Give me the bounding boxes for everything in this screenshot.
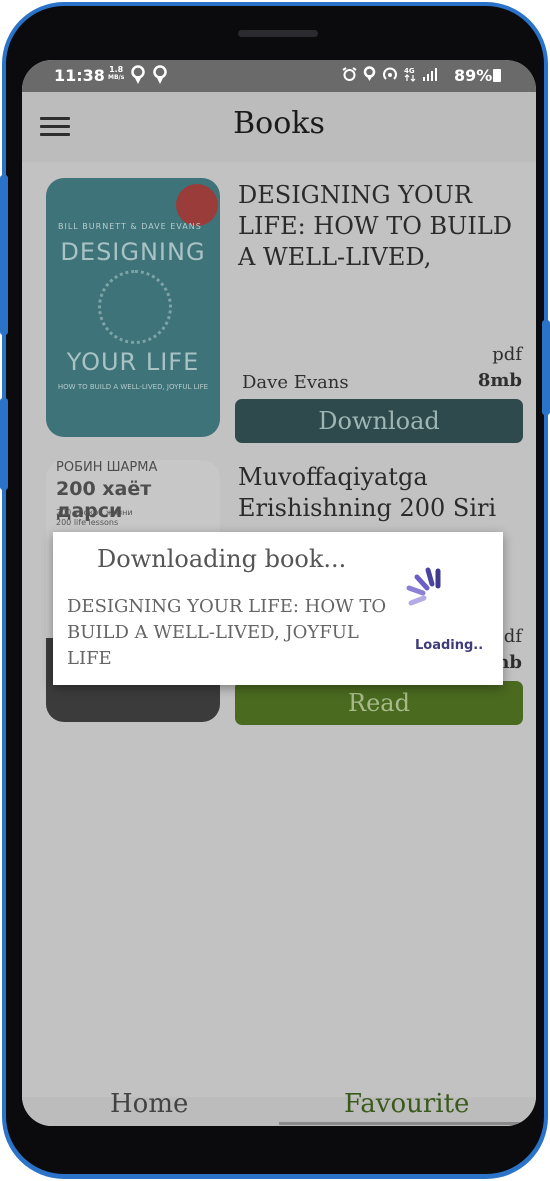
status-time: 11:38 (54, 66, 105, 85)
book-format: pdf (492, 344, 522, 365)
cover-ring-graphic (98, 270, 172, 344)
battery-icon (493, 69, 501, 82)
cover-authors: BILL BURNETT & DAVE EVANS (58, 222, 202, 231)
location-icon (363, 66, 376, 81)
hotspot-icon (383, 67, 397, 80)
speed-value: 1.8 (109, 65, 124, 74)
read-button[interactable]: Read (235, 681, 523, 725)
bottom-navigation: Home Favourite (22, 1089, 536, 1126)
battery-percentage: 89% (454, 66, 493, 85)
loading-text: Loading.. (415, 638, 484, 653)
alarm-icon (342, 66, 357, 81)
download-button[interactable]: Download (235, 399, 523, 443)
screen: 11:38 1.8 MB/s 4G 89% Books BILL BURNETT… (22, 60, 536, 1126)
cover-title-bottom: YOUR LIFE (66, 348, 200, 376)
location-icon (153, 65, 167, 84)
book-size: 8mb (477, 370, 522, 391)
page-title: Books (233, 106, 325, 141)
volume-button (0, 175, 8, 335)
book-title: DESIGNING YOUR LIFE: HOW TO BUILD A WELL… (238, 181, 513, 271)
nav-active-indicator (279, 1122, 536, 1125)
side-key (542, 320, 550, 415)
location-icon (131, 65, 145, 84)
svg-text:4G: 4G (404, 67, 415, 75)
dialog-message: DESIGNING YOUR LIFE: HOW TO BUILD A WELL… (67, 596, 387, 669)
bestseller-badge (176, 184, 218, 226)
speaker-grille (238, 30, 318, 37)
cover-subtitle: HOW TO BUILD A WELL-LIVED, JOYFUL LIFE (57, 383, 209, 391)
book-cover[interactable]: BILL BURNETT & DAVE EVANS DESIGNING YOUR… (46, 178, 220, 437)
nav-home[interactable]: Home (110, 1089, 188, 1119)
speed-unit: MB/s (108, 74, 125, 81)
cover-title-top: DESIGNING (60, 238, 206, 266)
cover-author: РОБИН ШАРМА (56, 460, 158, 475)
signal-icon (423, 68, 437, 81)
nav-favourite[interactable]: Favourite (344, 1089, 469, 1119)
app-bar: Books (22, 92, 536, 163)
download-dialog: Downloading book... DESIGNING YOUR LIFE:… (53, 532, 503, 685)
status-icons: 4G (342, 66, 438, 82)
status-bar: 11:38 1.8 MB/s 4G 89% (22, 60, 536, 92)
network-speed: 1.8 MB/s (108, 66, 124, 82)
power-button (0, 398, 8, 490)
book-title: Muvoffaqiyatga Erishishning 200 Siri (238, 463, 497, 522)
dialog-title: Downloading book... (97, 545, 347, 573)
4g-icon: 4G (404, 67, 416, 82)
loading-spinner-icon (406, 567, 441, 606)
book-author: Dave Evans (242, 372, 349, 393)
cover-subtitle: 200 уроков жизни 200 life lessons (56, 508, 133, 527)
